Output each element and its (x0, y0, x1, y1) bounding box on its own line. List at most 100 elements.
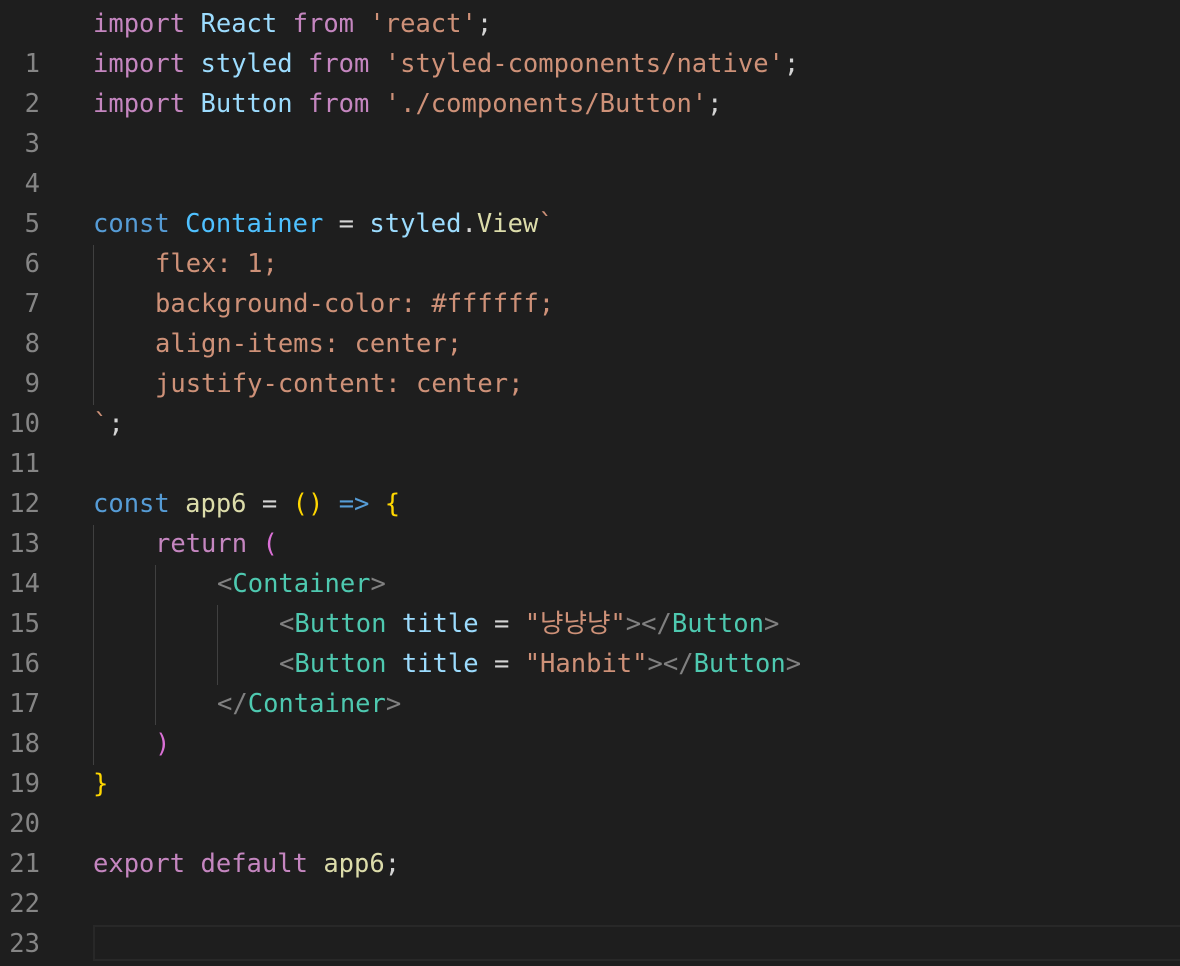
line-content[interactable]: flex: 1; (155, 244, 278, 284)
code-line[interactable]: 8 background-color: #ffffff; (0, 284, 1180, 359)
token-tag-bracket: > (763, 609, 780, 639)
code-line[interactable]: 10 justify-content: center; (0, 364, 1180, 439)
line-content[interactable]: return ( (155, 524, 278, 564)
line-content[interactable]: align-items: center; (155, 324, 462, 364)
token-bracket: ( (262, 529, 278, 559)
token-identifier: styled (369, 209, 462, 239)
token-keyword: from (307, 89, 370, 119)
token-keyword: default (200, 849, 308, 879)
code-line[interactable]: 5 (0, 164, 1180, 239)
token-bracket: } (93, 769, 109, 799)
code-line[interactable]: 18 </Container> (0, 684, 1180, 759)
token-string: 'react' (369, 9, 477, 39)
code-line[interactable]: 9 align-items: center; (0, 324, 1180, 399)
token-keyword: return (155, 529, 248, 559)
code-line[interactable]: 17 <Button title = "Hanbit"></Button> (0, 644, 1180, 719)
token-tag-bracket: > (385, 689, 402, 719)
code-editor[interactable]: 1 import React from 'react'; 2 import st… (0, 0, 1180, 966)
token-keyword: import (93, 89, 186, 119)
code-line[interactable]: 20 } (0, 764, 1180, 839)
line-content[interactable]: export default app6; (93, 844, 400, 884)
token-keyword: import (93, 49, 186, 79)
code-line[interactable]: 7 flex: 1; (0, 244, 1180, 319)
line-content[interactable]: ) (155, 724, 170, 764)
token-template-string: flex: 1; (155, 249, 278, 279)
token-punctuation: ; (783, 49, 800, 79)
token-tag-bracket: > (785, 649, 802, 679)
line-content[interactable]: `; (93, 404, 124, 444)
token-string: "냥냥냥" (524, 609, 626, 639)
token-punctuation: . (461, 209, 477, 239)
code-line[interactable]: 1 import React from 'react'; (0, 4, 1180, 79)
line-content[interactable]: <Button title = "냥냥냥"></Button> (279, 604, 779, 644)
token-punctuation: ; (108, 409, 124, 439)
line-content[interactable]: const app6 = () => { (93, 484, 400, 524)
code-line-active[interactable]: 24 (0, 924, 1180, 964)
line-content[interactable]: background-color: #ffffff; (155, 284, 554, 324)
token-keyword: from (292, 9, 355, 39)
code-line[interactable]: 15 <Container> (0, 564, 1180, 639)
line-content[interactable]: import React from 'react'; (93, 4, 492, 44)
token-keyword: export (93, 849, 186, 879)
token-operator: = (261, 489, 278, 519)
token-tag-bracket: </ (217, 689, 248, 719)
token-tag-bracket: ></ (625, 609, 672, 639)
code-line[interactable]: 2 import styled from 'styled-components/… (0, 44, 1180, 119)
token-tag-bracket: < (279, 609, 295, 639)
code-line[interactable]: 6 const Container = styled.View` (0, 204, 1180, 279)
token-template-string: justify-content: center; (155, 369, 524, 399)
token-string: './components/Button' (384, 89, 708, 119)
code-line[interactable]: 23 (0, 884, 1180, 959)
token-keyword: const (93, 489, 170, 519)
token-keyword: const (93, 209, 170, 239)
token-arrow: => (338, 489, 370, 519)
token-tag-name: Button (693, 649, 786, 679)
token-string: 'styled-components/native' (384, 49, 784, 79)
code-line[interactable]: 11 `; (0, 404, 1180, 479)
code-line[interactable]: 12 (0, 444, 1180, 519)
code-line[interactable]: 16 <Button title = "냥냥냥"></Button> (0, 604, 1180, 679)
token-tag-bracket: < (217, 569, 233, 599)
token-string: "Hanbit" (524, 649, 648, 679)
code-line[interactable]: 14 return ( (0, 524, 1180, 599)
token-identifier: Container (185, 209, 324, 239)
code-line[interactable]: 3 import Button from './components/Butto… (0, 84, 1180, 159)
line-content[interactable]: import Button from './components/Button'… (93, 84, 723, 124)
token-bracket: ) (155, 729, 171, 759)
token-template-tick: ` (538, 209, 554, 239)
line-content[interactable]: } (93, 764, 108, 804)
line-content[interactable]: <Container> (217, 564, 386, 604)
token-bracket: { (384, 489, 401, 519)
token-tag-bracket: < (279, 649, 295, 679)
token-identifier: app6 (323, 849, 385, 879)
line-content[interactable]: <Button title = "Hanbit"></Button> (279, 644, 801, 684)
token-keyword: from (307, 49, 370, 79)
line-content[interactable]: justify-content: center; (155, 364, 523, 404)
code-line[interactable]: 21 (0, 804, 1180, 879)
line-content[interactable]: const Container = styled.View` (93, 204, 554, 244)
token-attribute: title (401, 649, 479, 679)
code-line[interactable]: 22 export default app6; (0, 844, 1180, 919)
token-identifier: Button (200, 89, 293, 119)
token-identifier: React (200, 9, 278, 39)
token-template-string: align-items: center; (155, 329, 463, 359)
token-identifier: styled (200, 49, 293, 79)
line-content[interactable]: </Container> (217, 684, 401, 724)
token-punctuation: ; (707, 89, 723, 119)
code-line[interactable]: 19 ) (0, 724, 1180, 799)
token-operator: = (493, 649, 510, 679)
token-function-name: app6 (185, 489, 247, 519)
token-operator: = (338, 209, 355, 239)
token-tag-bracket: > (370, 569, 386, 599)
token-template-string: background-color: #ffffff; (155, 289, 555, 319)
token-tag-name: Button (294, 649, 387, 679)
code-line[interactable]: 13 const app6 = () => { (0, 484, 1180, 559)
line-content[interactable]: import styled from 'styled-components/na… (93, 44, 799, 84)
token-tag-bracket: ></ (647, 649, 694, 679)
code-line[interactable]: 4 (0, 124, 1180, 199)
token-punctuation: ; (384, 849, 401, 879)
token-tag-name: Button (671, 609, 764, 639)
token-operator: = (493, 609, 510, 639)
token-tag-name: Container (232, 569, 371, 599)
token-bracket: () (292, 489, 324, 519)
